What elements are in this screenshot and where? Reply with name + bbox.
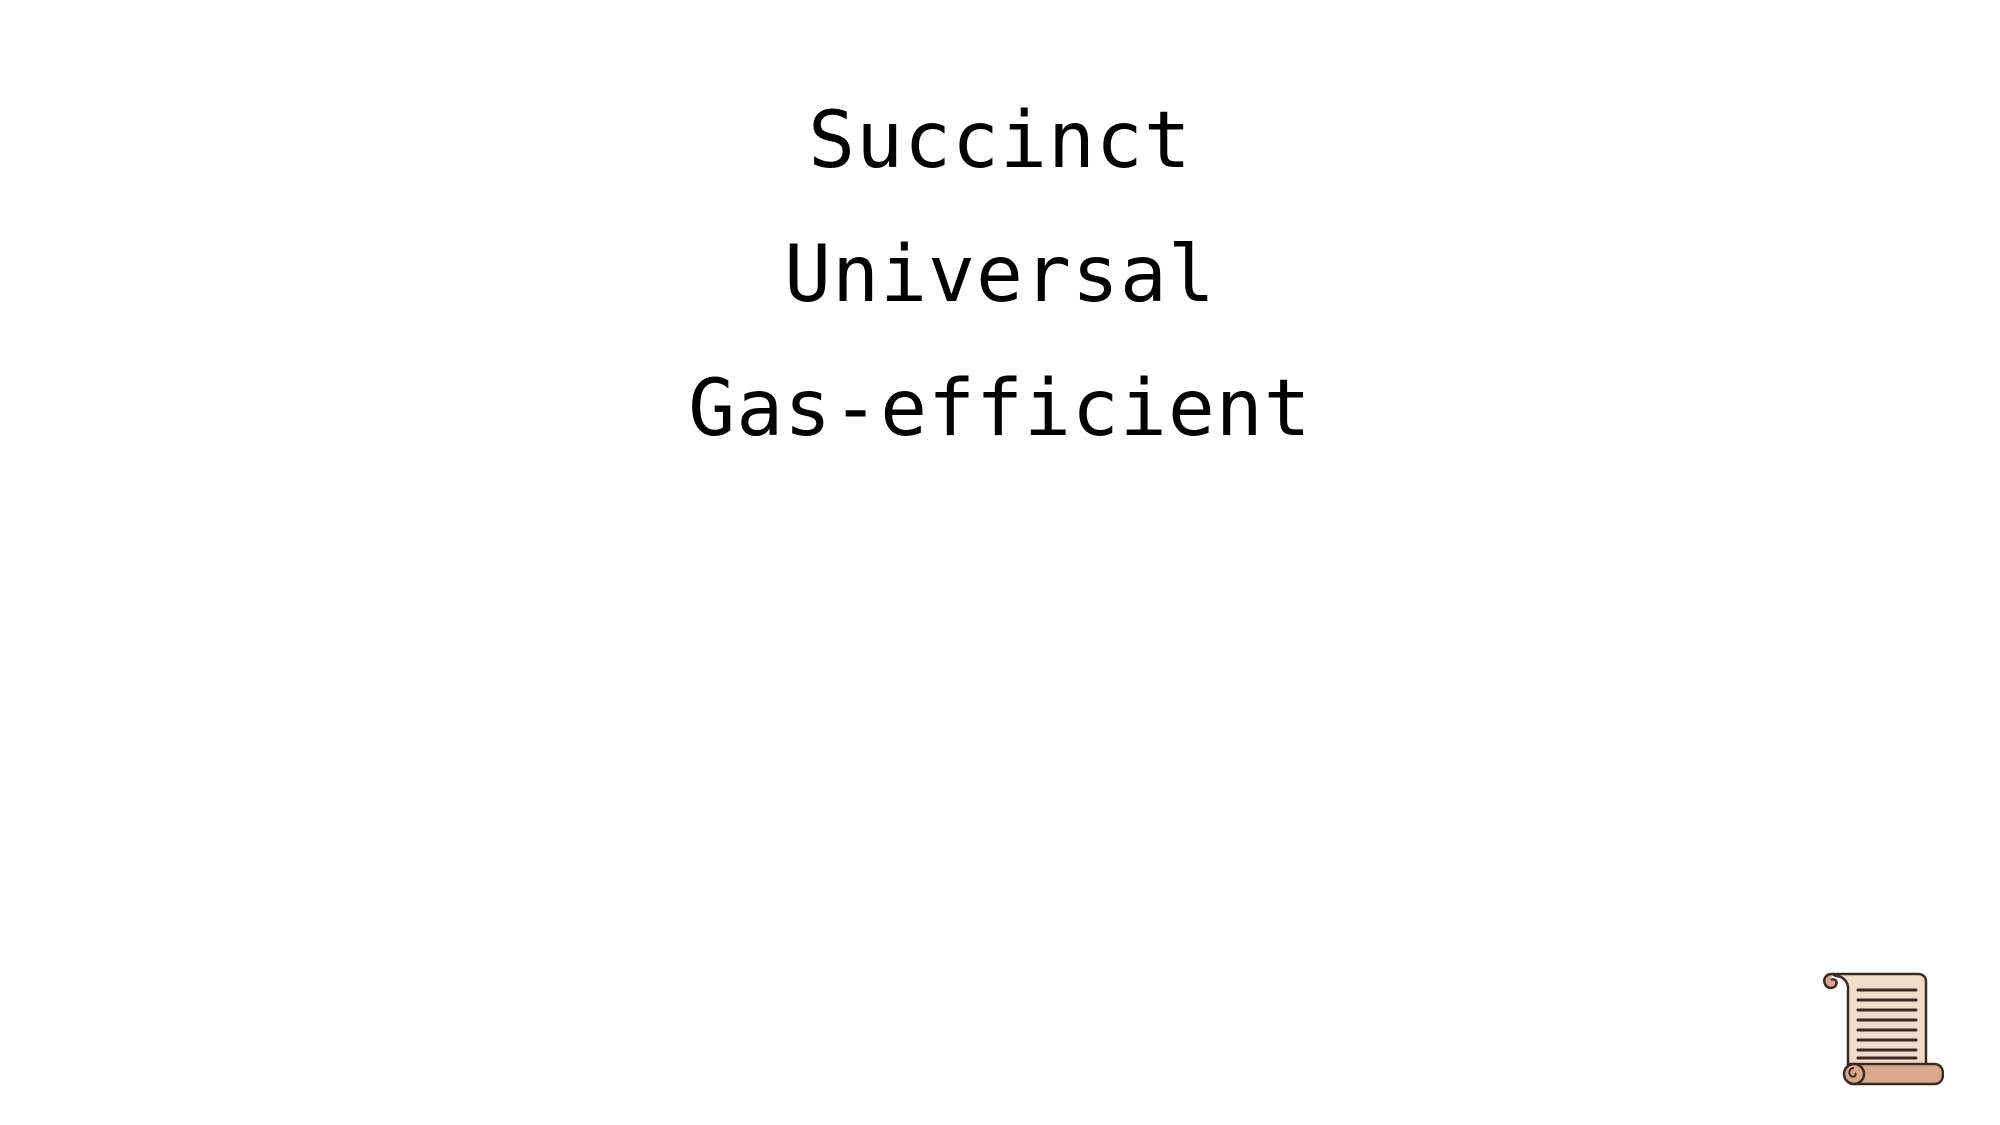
slide: Succinct Universal Gas-efficient <box>0 0 2000 1125</box>
feature-line-gas-efficient: Gas-efficient <box>688 364 1312 454</box>
feature-line-universal: Universal <box>784 230 1216 320</box>
feature-line-succinct: Succinct <box>808 96 1192 186</box>
scroll-icon <box>1823 972 1944 1086</box>
